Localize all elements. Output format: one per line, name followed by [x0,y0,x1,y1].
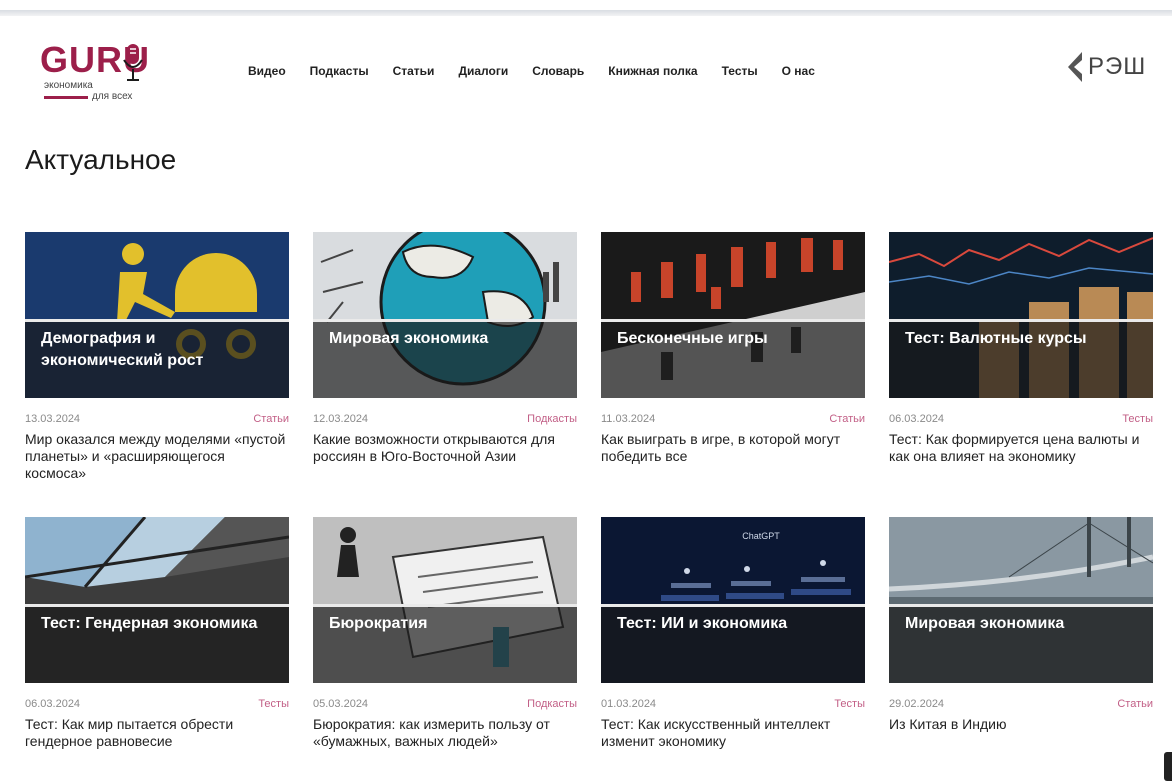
card-image[interactable]: Мировая экономика [313,232,577,398]
card-date: 06.03.2024 [25,698,81,710]
nav-bookshelf[interactable]: Книжная полка [608,64,697,78]
main-nav: Видео Подкасты Статьи Диалоги Словарь Кн… [248,64,815,78]
card-image[interactable]: Тест: Гендерная экономика [25,517,289,683]
card-category[interactable]: Подкасты [527,698,577,710]
article-card[interactable]: Тест: Гендерная экономика 06.03.2024 Тес… [25,517,289,750]
articles-grid: Демография и экономический рост 13.03.20… [25,232,1155,772]
nav-dictionary[interactable]: Словарь [532,64,584,78]
card-date: 12.03.2024 [313,413,369,425]
logo-tagline-2: для всех [92,91,133,102]
browser-top-edge [0,10,1172,16]
card-image[interactable]: Тест: Валютные курсы [889,232,1153,398]
article-card[interactable]: Тест: Валютные курсы 06.03.2024 Тесты Те… [889,232,1153,465]
nav-tests[interactable]: Тесты [722,64,758,78]
nav-articles[interactable]: Статьи [393,64,435,78]
card-description[interactable]: Какие возможности открываются для россия… [313,431,577,465]
card-category[interactable]: Статьи [1117,698,1153,710]
scroll-tab[interactable] [1164,752,1172,781]
article-card[interactable]: ChatGPT Тест: ИИ и экономика 01.03.2024 … [601,517,865,750]
card-category[interactable]: Тесты [1122,413,1153,425]
nav-video[interactable]: Видео [248,64,286,78]
card-description[interactable]: Тест: Как мир пытается обрести гендерное… [25,716,289,750]
partner-logo-text: РЭШ [1088,53,1147,80]
card-description[interactable]: Мир оказался между моделями «пустой план… [25,431,289,482]
article-card[interactable]: Бюрократия 05.03.2024 Подкасты Бюрократи… [313,517,577,750]
card-date: 06.03.2024 [889,413,945,425]
card-description[interactable]: Тест: Как формируется цена валюты и как … [889,431,1153,465]
card-date: 01.03.2024 [601,698,657,710]
card-image[interactable]: Бесконечные игры [601,232,865,398]
card-title: Тест: ИИ и экономика [617,615,788,632]
card-category[interactable]: Подкасты [527,413,577,425]
logo-underline [44,96,88,99]
nav-podcasts[interactable]: Подкасты [310,64,369,78]
section-title: Актуальное [25,144,177,175]
article-card[interactable]: Мировая экономика 12.03.2024 Подкасты Ка… [313,232,577,465]
card-category[interactable]: Статьи [253,413,289,425]
card-description[interactable]: Бюрократия: как измерить пользу от «бума… [313,716,577,750]
partner-logo[interactable]: РЭШ [1066,52,1146,82]
card-date: 05.03.2024 [313,698,369,710]
article-card[interactable]: Мировая экономика 29.02.2024 Статьи Из К… [889,517,1153,733]
card-description[interactable]: Как выиграть в игре, в которой могут поб… [601,431,865,465]
card-category[interactable]: Тесты [834,698,865,710]
card-date: 11.03.2024 [601,413,656,425]
article-card[interactable]: Бесконечные игры 11.03.2024 Статьи Как в… [601,232,865,465]
guru-logo[interactable]: GURU экономика для всех [40,40,160,104]
logo-tagline-1: экономика [44,80,93,91]
card-title: Тест: Гендерная экономика [41,615,258,632]
card-image-text: ChatGPT [742,531,780,541]
card-title: Тест: Валютные курсы [905,330,1087,347]
card-category[interactable]: Статьи [829,413,865,425]
card-description[interactable]: Из Китая в Индию [889,716,1153,733]
card-category[interactable]: Тесты [258,698,289,710]
nav-about[interactable]: О нас [782,64,815,78]
resh-chevron-icon [1068,52,1082,82]
card-image[interactable]: ChatGPT Тест: ИИ и экономика [601,517,865,683]
card-title: Мировая экономика [329,330,489,347]
nav-dialogues[interactable]: Диалоги [458,64,508,78]
card-title: Мировая экономика [905,615,1065,632]
article-card[interactable]: Демография и экономический рост 13.03.20… [25,232,289,482]
card-title: Бюрократия [329,615,428,632]
card-image[interactable]: Демография и экономический рост [25,232,289,398]
card-date: 29.02.2024 [889,698,945,710]
card-image[interactable]: Мировая экономика [889,517,1153,683]
card-date: 13.03.2024 [25,413,81,425]
card-title: Демография и экономический рост [41,330,204,369]
microphone-icon [123,44,143,81]
site-header: GURU экономика для всех Видео Подкасты С… [0,30,1172,110]
card-description[interactable]: Тест: Как искусственный интеллект измени… [601,716,865,750]
card-title: Бесконечные игры [617,330,768,347]
card-image[interactable]: Бюрократия [313,517,577,683]
